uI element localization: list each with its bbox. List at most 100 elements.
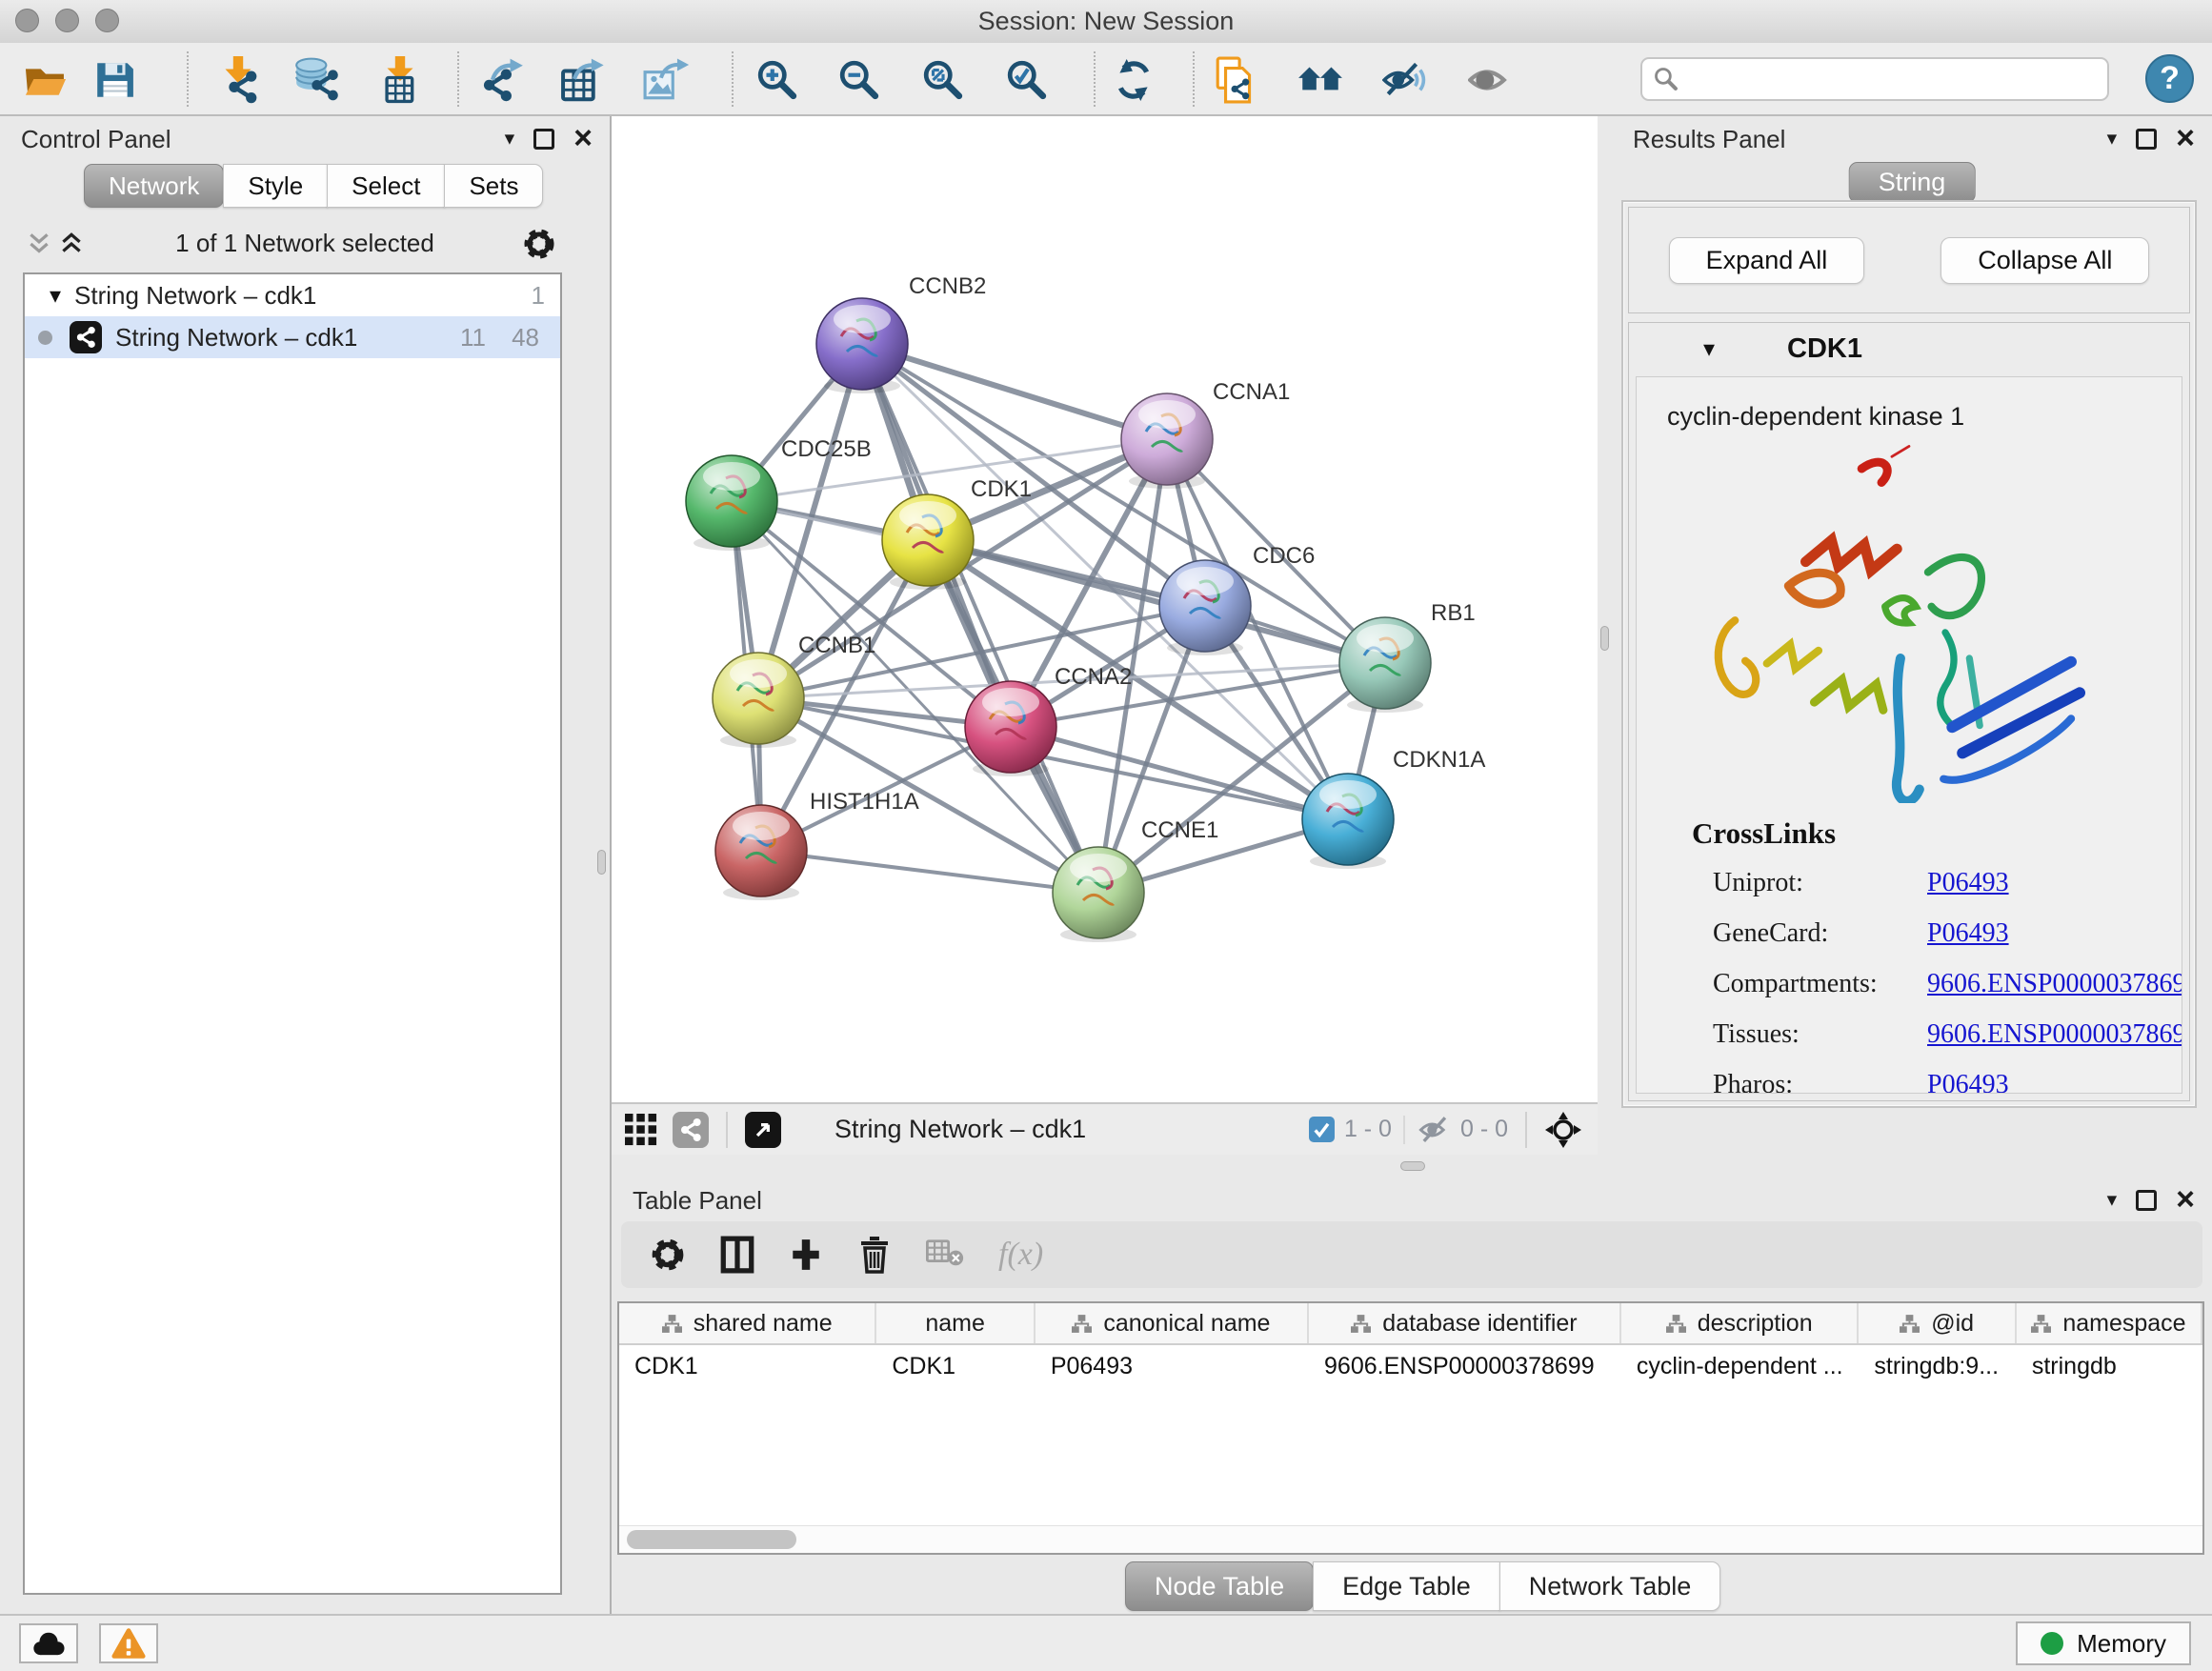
scrollbar-thumb[interactable] xyxy=(627,1530,796,1549)
hide-selected-icon[interactable] xyxy=(1461,55,1515,105)
crosslink-value-link[interactable]: P06493 xyxy=(1927,918,2009,948)
network-row-selected[interactable]: String Network – cdk1 11 48 xyxy=(25,316,560,358)
selected-items-checkbox-icon[interactable] xyxy=(1309,1117,1335,1142)
column-header-database-identifier[interactable]: database identifier xyxy=(1309,1303,1621,1343)
birds-eye-view-icon[interactable] xyxy=(625,1114,657,1146)
delete-column-trash-icon[interactable] xyxy=(857,1236,892,1274)
create-column-plus-icon[interactable] xyxy=(789,1237,823,1273)
help-icon[interactable]: ? xyxy=(2145,54,2194,103)
detach-view-icon[interactable] xyxy=(745,1112,781,1148)
table-horizontal-scrollbar[interactable] xyxy=(619,1525,2202,1553)
collapse-all-button[interactable]: Collapse All xyxy=(1941,237,2149,284)
network-edge[interactable] xyxy=(761,851,1098,893)
network-collection-row[interactable]: ▾ String Network – cdk1 1 xyxy=(25,274,560,316)
import-table-from-file-icon[interactable] xyxy=(373,55,427,105)
network-edge[interactable] xyxy=(928,540,1385,663)
results-panel-float-icon[interactable] xyxy=(2136,129,2157,150)
results-panel-close-icon[interactable]: × xyxy=(2176,126,2195,151)
first-neighbors-icon[interactable] xyxy=(1294,55,1347,105)
export-image-icon[interactable] xyxy=(640,55,694,105)
crosslinks-list: Uniprot:P06493GeneCard:P06493Compartment… xyxy=(1713,868,2182,1094)
tab-node-table[interactable]: Node Table xyxy=(1125,1561,1314,1611)
table-options-gear-icon[interactable] xyxy=(650,1237,686,1273)
network-options-gear-icon[interactable] xyxy=(522,227,556,266)
results-panel-title: Results Panel xyxy=(1633,125,1785,154)
table-cell[interactable]: stringdb:9... xyxy=(1859,1353,2016,1380)
cloud-status-button[interactable] xyxy=(19,1623,78,1663)
tab-string[interactable]: String xyxy=(1849,162,1976,203)
table-cell[interactable]: CDK1 xyxy=(619,1353,876,1380)
shared-column-icon xyxy=(1351,1315,1371,1333)
column-header-shared-name[interactable]: shared name xyxy=(619,1303,876,1343)
table-cell[interactable]: P06493 xyxy=(1036,1353,1309,1380)
show-graphics-details-icon[interactable] xyxy=(1377,55,1431,105)
tab-select[interactable]: Select xyxy=(327,164,445,208)
save-session-icon[interactable] xyxy=(88,55,141,105)
show-columns-icon[interactable] xyxy=(720,1236,754,1274)
collection-expander-icon[interactable]: ▾ xyxy=(50,282,61,310)
table-cell[interactable]: stringdb xyxy=(2017,1353,2202,1380)
vertical-splitter[interactable] xyxy=(1598,116,1612,1155)
zoom-fit-content-icon[interactable] xyxy=(916,55,970,105)
hidden-items-eye-icon[interactable] xyxy=(1417,1114,1451,1146)
table-header-row: shared namenamecanonical namedatabase id… xyxy=(619,1303,2202,1345)
apply-preferred-layout-icon[interactable] xyxy=(1107,55,1160,105)
export-table-icon[interactable] xyxy=(556,55,610,105)
network-view-canvas[interactable]: CCNB2CCNA1CDC25BCDK1CDC6RB1CCNB1CCNA2CDK… xyxy=(612,116,1598,1155)
gene-result-section: ▾ CDK1 cyclin-dependent kinase 1 xyxy=(1628,322,2190,1101)
table-panel-float-icon[interactable] xyxy=(2136,1190,2157,1211)
table-cell[interactable]: 9606.ENSP00000378699 xyxy=(1309,1353,1621,1380)
crosslink-value-link[interactable]: 9606.ENSP00000378699 xyxy=(1927,969,2182,998)
table-type-tabs: Node Table Edge Table Network Table xyxy=(1125,1561,1720,1611)
search-input[interactable] xyxy=(1679,65,2082,94)
import-network-from-file-icon[interactable] xyxy=(211,55,265,105)
window-title: Session: New Session xyxy=(0,0,2212,43)
export-network-icon[interactable] xyxy=(476,55,530,105)
search-field[interactable] xyxy=(1640,57,2109,101)
column-header-description[interactable]: description xyxy=(1621,1303,1860,1343)
gene-expander-icon[interactable]: ▾ xyxy=(1703,335,1715,363)
network-overview-share-icon[interactable] xyxy=(673,1112,709,1148)
tab-network[interactable]: Network xyxy=(84,164,224,208)
results-panel-menu-icon[interactable]: ▾ xyxy=(2107,127,2118,151)
column-header-name[interactable]: name xyxy=(876,1303,1035,1343)
gene-section-header[interactable]: ▾ CDK1 xyxy=(1629,323,2189,374)
memory-button[interactable]: Memory xyxy=(2016,1621,2191,1665)
tab-style[interactable]: Style xyxy=(223,164,328,208)
panel-splitter-handle[interactable] xyxy=(597,850,606,875)
open-session-icon[interactable] xyxy=(19,55,72,105)
protein-structure-image xyxy=(1661,441,2157,803)
control-panel-close-icon[interactable]: × xyxy=(573,126,593,151)
tab-network-table[interactable]: Network Table xyxy=(1499,1561,1721,1611)
control-panel-menu-icon[interactable]: ▾ xyxy=(505,127,515,151)
import-network-from-database-icon[interactable] xyxy=(290,55,343,105)
table-cell[interactable]: cyclin-dependent ... xyxy=(1621,1353,1860,1380)
tab-sets[interactable]: Sets xyxy=(444,164,543,208)
function-builder-icon: f(x) xyxy=(998,1237,1043,1273)
horizontal-splitter[interactable] xyxy=(612,1155,2212,1178)
new-network-from-selection-icon[interactable] xyxy=(1210,55,1263,105)
warnings-button[interactable] xyxy=(99,1623,158,1663)
splitter-handle[interactable] xyxy=(1400,1161,1425,1171)
column-header--id[interactable]: @id xyxy=(1859,1303,2016,1343)
center-view-crosshair-icon[interactable] xyxy=(1544,1111,1582,1149)
table-panel-close-icon[interactable]: × xyxy=(2176,1187,2195,1213)
tab-edge-table[interactable]: Edge Table xyxy=(1313,1561,1500,1611)
control-panel-float-icon[interactable] xyxy=(533,129,554,150)
search-icon xyxy=(1654,67,1679,91)
crosslink-value-link[interactable]: P06493 xyxy=(1927,868,2009,897)
zoom-out-icon[interactable] xyxy=(833,55,886,105)
table-panel-menu-icon[interactable]: ▾ xyxy=(2107,1188,2118,1212)
network-graph[interactable]: CCNB2CCNA1CDC25BCDK1CDC6RB1CCNB1CCNA2CDK… xyxy=(612,116,1598,1102)
table-row[interactable]: CDK1CDK1P064939606.ENSP00000378699cyclin… xyxy=(619,1345,2202,1387)
splitter-handle[interactable] xyxy=(1600,626,1609,651)
table-cell[interactable]: CDK1 xyxy=(876,1353,1035,1380)
crosslink-value-link[interactable]: P06493 xyxy=(1927,1070,2009,1094)
crosslink-value-link[interactable]: 9606.ENSP00000378699 xyxy=(1927,1019,2182,1049)
column-header-canonical-name[interactable]: canonical name xyxy=(1036,1303,1309,1343)
expand-all-button[interactable]: Expand All xyxy=(1669,237,1865,284)
column-header-namespace[interactable]: namespace xyxy=(2017,1303,2202,1343)
zoom-selected-icon[interactable] xyxy=(1000,55,1054,105)
network-edge[interactable] xyxy=(862,344,1167,439)
zoom-in-icon[interactable] xyxy=(751,55,804,105)
